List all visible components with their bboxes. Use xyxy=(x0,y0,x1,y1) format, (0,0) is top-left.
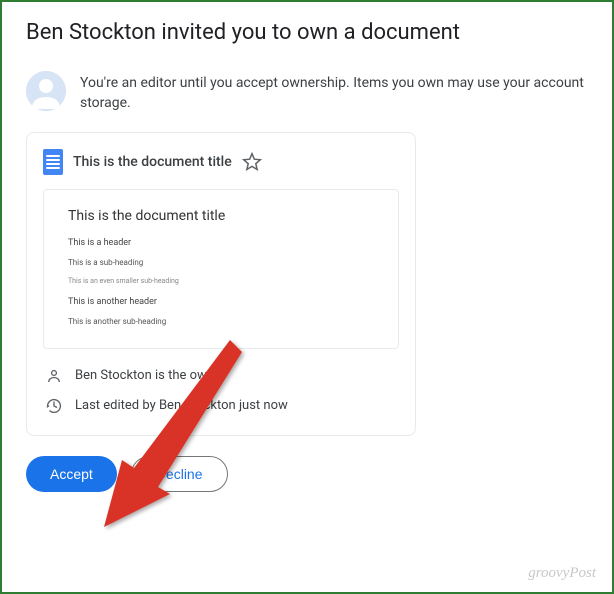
owner-text: Ben Stockton is the owner xyxy=(75,368,225,383)
info-row: You're an editor until you accept owners… xyxy=(26,71,588,114)
document-card: This is the document title This is the d… xyxy=(26,132,416,436)
edited-row: Last edited by Ben Stockton just now xyxy=(43,391,399,421)
document-preview: This is the document title This is a hea… xyxy=(43,189,399,349)
history-icon xyxy=(45,397,63,415)
preview-line: This is a header xyxy=(68,238,374,248)
docs-icon xyxy=(43,149,63,175)
info-text: You're an editor until you accept owners… xyxy=(80,71,588,114)
preview-title: This is the document title xyxy=(68,208,374,224)
page-title: Ben Stockton invited you to own a docume… xyxy=(26,20,588,45)
avatar xyxy=(26,71,66,111)
preview-line: This is another sub-heading xyxy=(68,317,374,326)
doc-header: This is the document title xyxy=(43,149,399,175)
doc-title[interactable]: This is the document title xyxy=(73,154,232,170)
person-icon xyxy=(45,367,63,385)
watermark: groovyPost xyxy=(528,565,596,582)
edited-text: Last edited by Ben Stockton just now xyxy=(75,398,288,413)
star-icon[interactable] xyxy=(242,152,262,172)
accept-button[interactable]: Accept xyxy=(26,456,117,492)
preview-line: This is a sub-heading xyxy=(68,258,374,267)
person-silhouette-icon xyxy=(26,71,66,111)
preview-line: This is an even smaller sub-heading xyxy=(68,277,374,285)
decline-button[interactable]: Decline xyxy=(131,456,228,492)
preview-line: This is another header xyxy=(68,297,374,307)
owner-row: Ben Stockton is the owner xyxy=(43,361,399,391)
button-row: Accept Decline xyxy=(26,456,588,492)
